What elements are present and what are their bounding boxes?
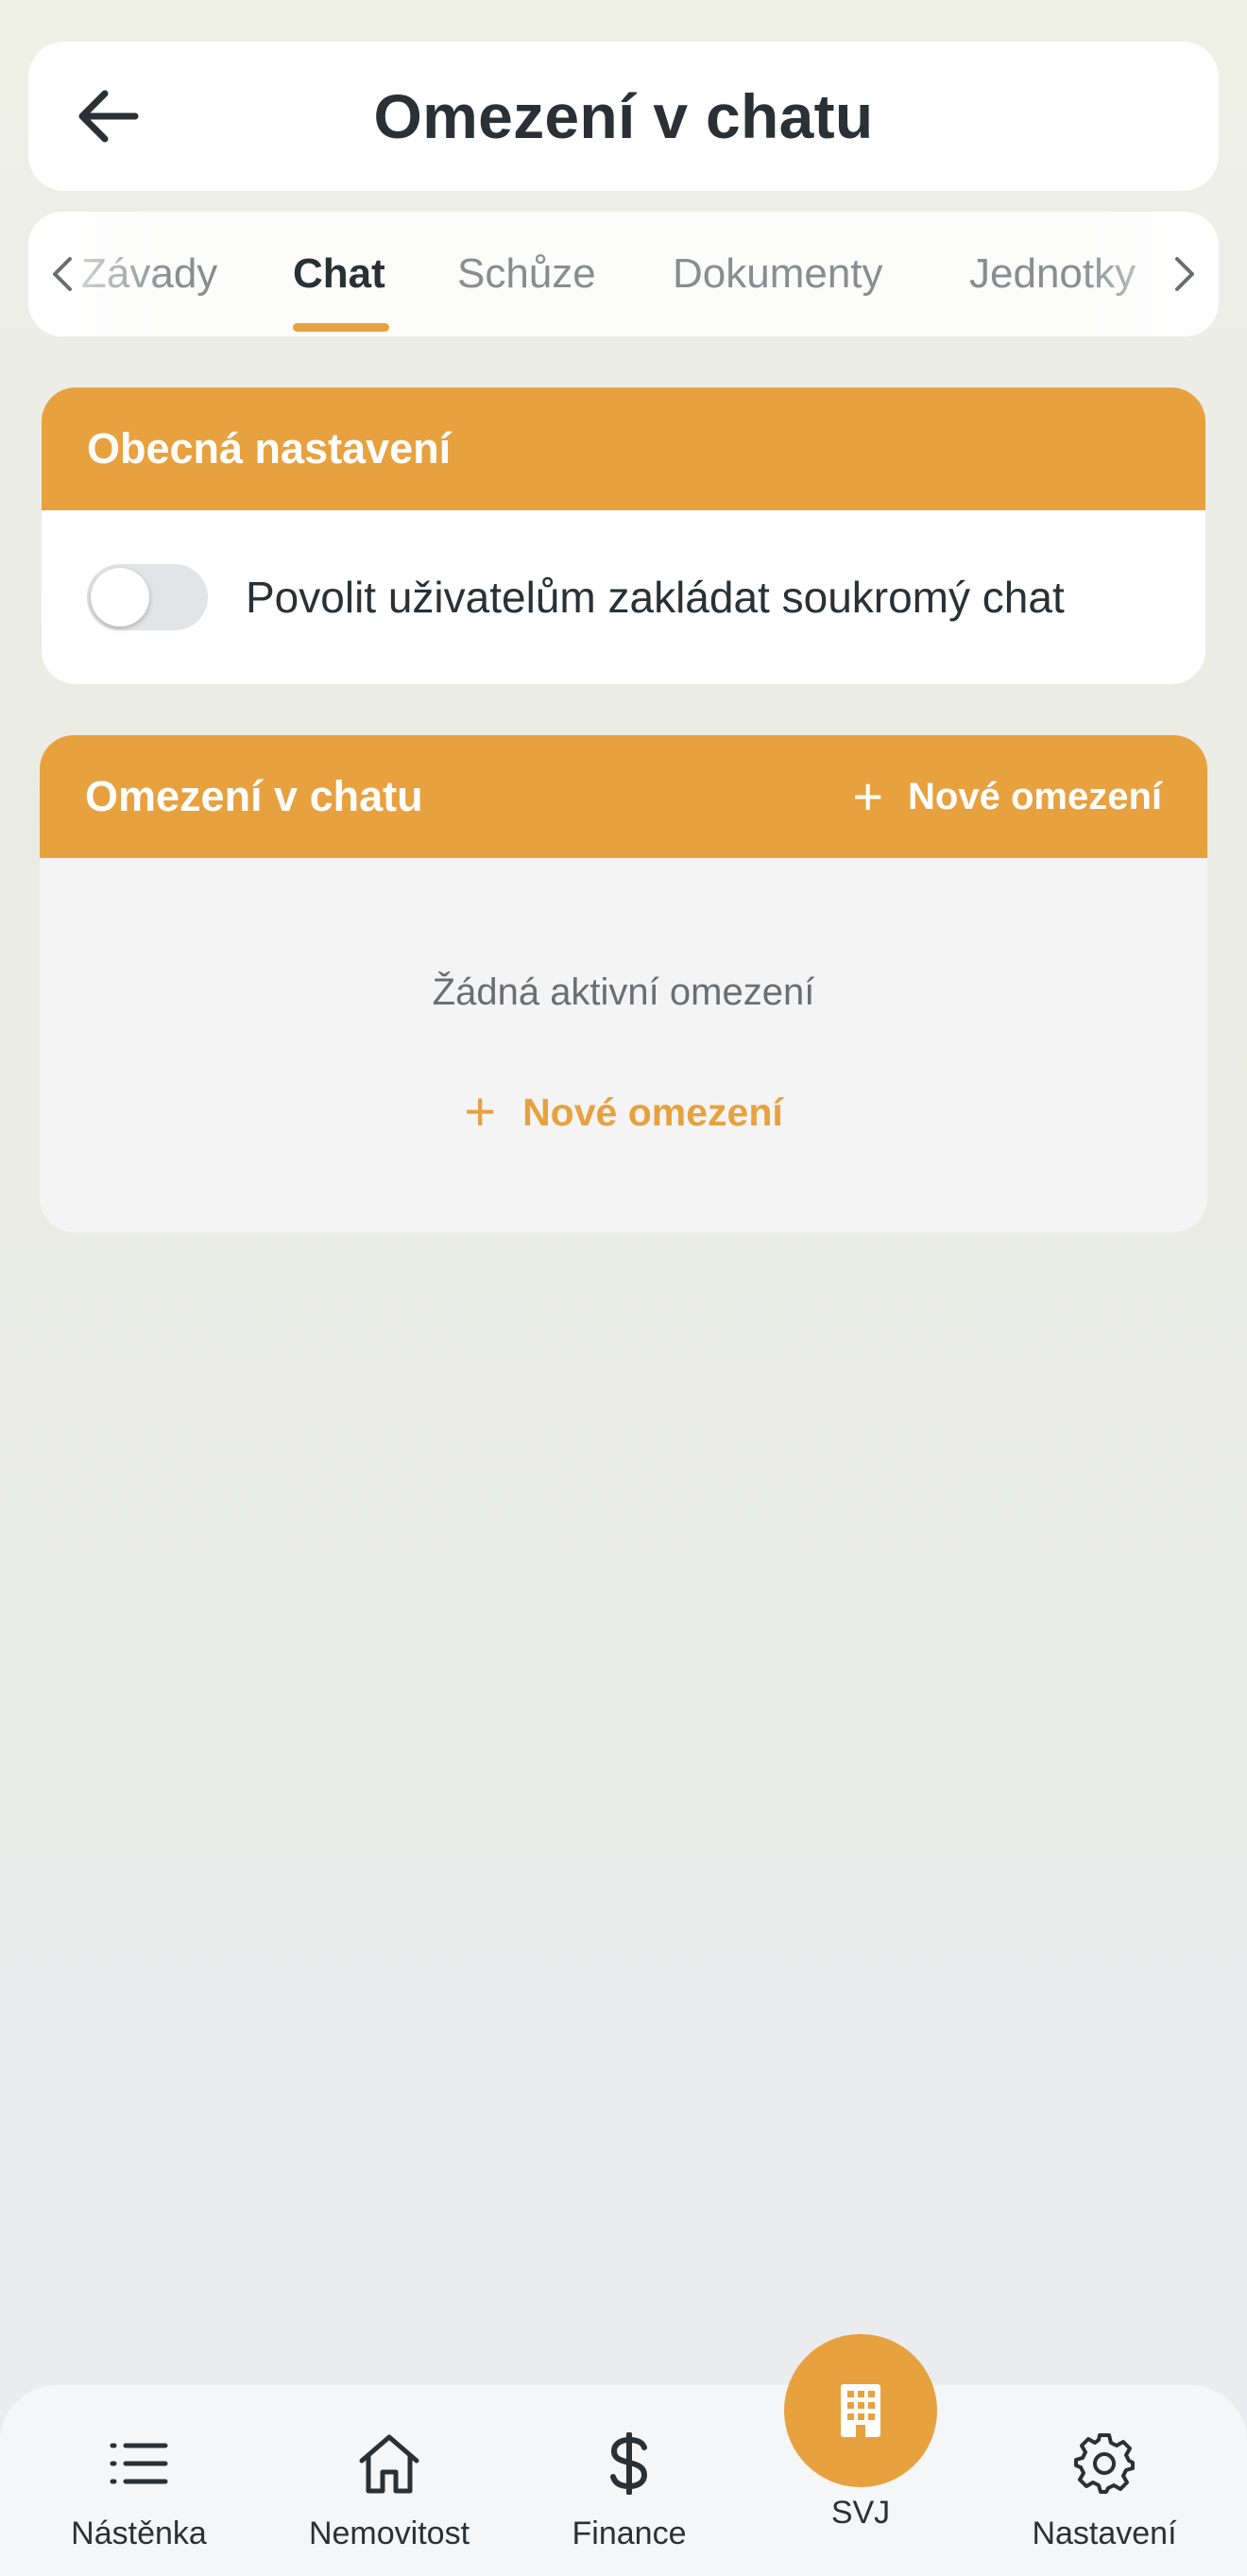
general-settings-header: Obecná nastavení	[42, 387, 1205, 510]
chevron-left-icon	[53, 257, 72, 291]
tab-chat[interactable]: Chat	[293, 212, 385, 336]
chat-restrictions-title: Omezení v chatu	[85, 772, 423, 820]
tab-zavady[interactable]: Závady	[81, 212, 217, 336]
nav-label: Nemovitost	[308, 2516, 470, 2551]
new-restriction-header-button[interactable]: + Nové omezení	[852, 770, 1162, 823]
nav-item-nastaveni[interactable]: Nastavení	[991, 2429, 1218, 2561]
back-button[interactable]	[70, 83, 145, 149]
empty-state-text: Žádná aktivní omezení	[432, 971, 815, 1013]
tab-dokumenty[interactable]: Dokumenty	[673, 212, 883, 336]
new-restriction-header-label: Nové omezení	[908, 775, 1162, 817]
private-chat-setting-row: Povolit uživatelům zakládat soukromý cha…	[42, 510, 1205, 684]
nav-item-finance[interactable]: Finance	[516, 2429, 743, 2561]
building-icon	[841, 2384, 880, 2437]
general-settings-card: Obecná nastavení Povolit uživatelům zakl…	[42, 387, 1205, 684]
private-chat-toggle[interactable]	[87, 564, 208, 630]
plus-icon: +	[464, 1081, 497, 1142]
dollar-icon	[610, 2432, 648, 2495]
plus-icon: +	[852, 766, 884, 826]
private-chat-toggle-label: Povolit uživatelům zakládat soukromý cha…	[246, 573, 1065, 622]
arrow-left-icon	[78, 90, 139, 143]
bottom-navigation: Nástěnka Nemovitost Finance Nastavení	[0, 2385, 1247, 2576]
gear-icon	[1074, 2433, 1135, 2494]
general-settings-title: Obecná nastavení	[87, 424, 452, 472]
chat-restrictions-card: Omezení v chatu + Nové omezení Žádná akt…	[40, 735, 1207, 1232]
chevron-right-icon	[1175, 257, 1194, 291]
nav-label-svj: SVJ	[830, 2495, 891, 2531]
nav-item-svj[interactable]	[784, 2334, 937, 2487]
tab-bar: Závady Chat Schůze Dokumenty Jednotky	[28, 212, 1219, 336]
tabs-scroll-right-button[interactable]	[1156, 212, 1213, 336]
page-title: Omezení v chatu	[373, 81, 874, 151]
house-icon	[359, 2434, 419, 2494]
toggle-knob	[91, 568, 149, 627]
nav-label: Finance	[572, 2516, 687, 2551]
tab-schuze[interactable]: Schůze	[457, 212, 596, 336]
active-tab-indicator	[293, 323, 389, 332]
nav-label: Nástěnka	[71, 2516, 207, 2551]
top-bar: Omezení v chatu	[28, 42, 1219, 191]
list-icon	[110, 2443, 168, 2484]
nav-item-nemovitost[interactable]: Nemovitost	[276, 2429, 503, 2561]
chat-restrictions-header: Omezení v chatu + Nové omezení	[40, 735, 1207, 858]
tab-jednotky[interactable]: Jednotky	[969, 212, 1136, 336]
tabs-scroll-left-button[interactable]	[34, 212, 91, 336]
nav-item-nastenka[interactable]: Nástěnka	[26, 2429, 252, 2561]
new-restriction-button[interactable]: + Nové omezení	[40, 1085, 1207, 1140]
nav-label: Nastavení	[1032, 2516, 1177, 2551]
new-restriction-label: Nové omezení	[522, 1090, 783, 1134]
